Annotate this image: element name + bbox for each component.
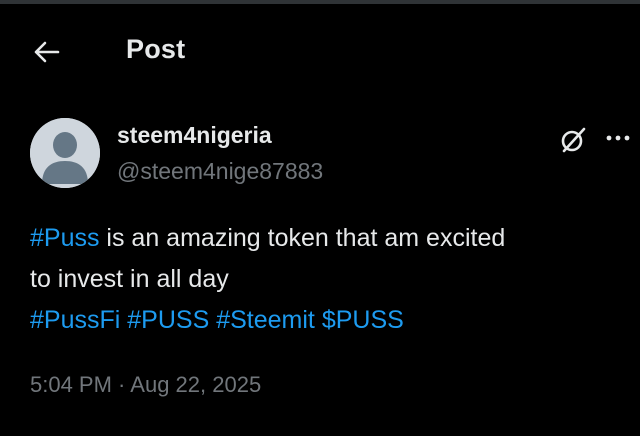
grok-icon (561, 127, 586, 153)
hashtag-puss-upper[interactable]: #PUSS (127, 306, 209, 334)
cashtag-puss[interactable]: $PUSS (322, 306, 404, 334)
post-tags-line: #PussFi #PUSS #Steemit $PUSS (30, 300, 626, 341)
hashtag-pussfi[interactable]: #PussFi (30, 306, 120, 334)
post-text-segment: is an amazing token that am excited (99, 224, 506, 252)
hashtag-puss[interactable]: #Puss (30, 224, 99, 252)
post-time-link[interactable]: 5:04 PM (30, 372, 112, 397)
default-avatar-icon (30, 118, 100, 188)
post-card: steem4nigeria @steem4nige87883 #Puss is … (0, 92, 640, 432)
back-button[interactable] (28, 36, 64, 68)
post-text-line-1: #Puss is an amazing token that am excite… (30, 218, 626, 259)
more-options-button[interactable] (604, 128, 632, 148)
author-display-name[interactable]: steem4nigeria (117, 122, 272, 149)
arrow-left-icon (34, 41, 60, 63)
post-text: #Puss is an amazing token that am excite… (30, 218, 626, 341)
grok-button[interactable] (557, 124, 589, 156)
post-text-line-2: to invest in all day (30, 265, 229, 293)
post-timestamp: 5:04 PM · Aug 22, 2025 (30, 372, 261, 398)
author-handle[interactable]: @steem4nige87883 (117, 158, 323, 185)
page-title: Post (126, 34, 186, 64)
timestamp-separator: · (111, 372, 131, 397)
post-header: Post (0, 4, 640, 92)
avatar[interactable] (30, 118, 100, 188)
hashtag-steemit[interactable]: #Steemit (216, 306, 315, 334)
more-horizontal-icon (606, 135, 630, 141)
post-date-link[interactable]: Aug 22, 2025 (130, 372, 261, 397)
